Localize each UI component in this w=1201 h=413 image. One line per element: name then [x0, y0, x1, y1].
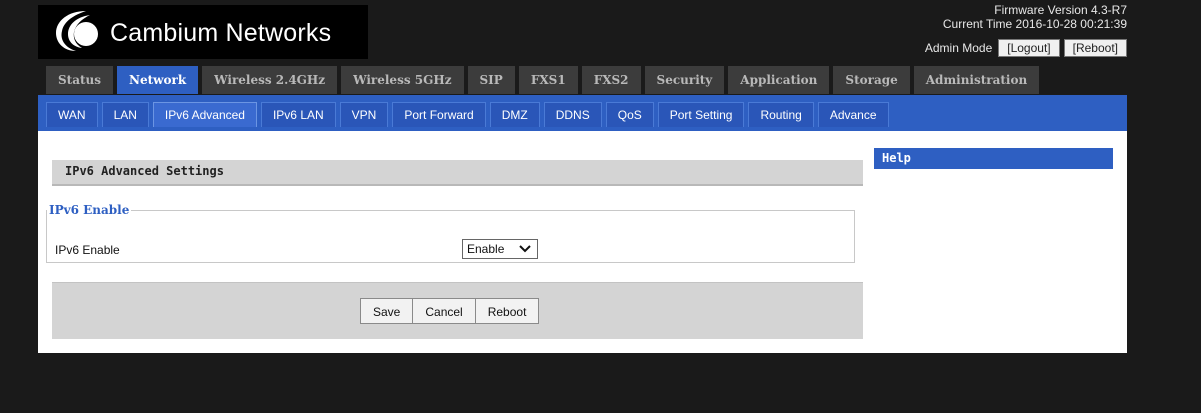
cambium-logo-icon: [56, 11, 98, 51]
subtab-ipv6-lan[interactable]: IPv6 LAN: [260, 102, 336, 127]
current-time: Current Time 2016-10-28 00:21:39: [942, 17, 1127, 31]
brand-name: Cambium Networks: [110, 19, 332, 47]
subtab-port-setting[interactable]: Port Setting: [657, 102, 745, 127]
cancel-button[interactable]: Cancel: [412, 298, 476, 324]
subtab-port-forward[interactable]: Port Forward: [392, 102, 486, 127]
subtab-advance[interactable]: Advance: [817, 102, 889, 127]
subtab-dmz[interactable]: DMZ: [489, 102, 540, 127]
help-header: Help: [874, 148, 1113, 169]
save-button[interactable]: Save: [360, 298, 414, 324]
tab-application[interactable]: Application: [728, 66, 830, 94]
ipv6-enable-group: IPv6 Enable IPv6 Enable Enable: [46, 203, 855, 263]
subtab-wan[interactable]: WAN: [46, 102, 98, 127]
ipv6-enable-select[interactable]: Enable: [462, 239, 538, 259]
subtab-vpn[interactable]: VPN: [339, 102, 389, 127]
subtab-routing[interactable]: Routing: [748, 102, 814, 127]
section-title: IPv6 Advanced Settings: [65, 164, 224, 178]
section-header: IPv6 Advanced Settings: [52, 160, 863, 186]
content-panel: IPv6 Advanced Settings Help IPv6 Enable …: [38, 131, 1127, 353]
admin-bar: Admin Mode [Logout] [Reboot]: [925, 39, 1127, 57]
main-tabs: Status Network Wireless 2.4GHz Wireless …: [46, 66, 1040, 94]
tab-status[interactable]: Status: [46, 66, 114, 94]
brand-logo: Cambium Networks: [38, 5, 368, 59]
chevron-down-icon: [519, 245, 531, 253]
tab-security[interactable]: Security: [644, 66, 725, 94]
app-shell: Cambium Networks Firmware Version 4.3-R7…: [0, 0, 1201, 413]
tab-administration[interactable]: Administration: [913, 66, 1040, 94]
logout-button[interactable]: [Logout]: [998, 39, 1060, 57]
reboot-button[interactable]: Reboot: [474, 298, 540, 324]
subtab-ddns[interactable]: DDNS: [543, 102, 602, 127]
tab-sip[interactable]: SIP: [467, 66, 515, 94]
tab-fxs1[interactable]: FXS1: [518, 66, 578, 94]
subtab-ipv6-advanced[interactable]: IPv6 Advanced: [152, 102, 257, 127]
firmware-info: Firmware Version 4.3-R7 Current Time 201…: [943, 3, 1127, 31]
admin-mode-label: Admin Mode: [924, 41, 993, 55]
tab-wireless-5ghz[interactable]: Wireless 5GHz: [341, 66, 464, 94]
subtab-qos[interactable]: QoS: [605, 102, 654, 127]
tab-wireless-24ghz[interactable]: Wireless 2.4GHz: [202, 66, 338, 94]
header-reboot-button[interactable]: [Reboot]: [1063, 39, 1127, 57]
help-title: Help: [882, 151, 911, 165]
ipv6-enable-value: Enable: [467, 242, 505, 256]
subtab-lan[interactable]: LAN: [101, 102, 149, 127]
tab-network[interactable]: Network: [117, 66, 199, 94]
tab-fxs2[interactable]: FXS2: [581, 66, 641, 94]
firmware-version: Firmware Version 4.3-R7: [994, 3, 1127, 17]
tab-storage[interactable]: Storage: [833, 66, 910, 94]
sub-nav: WAN LAN IPv6 Advanced IPv6 LAN VPN Port …: [38, 95, 1127, 131]
ipv6-enable-label: IPv6 Enable: [55, 243, 120, 257]
group-legend: IPv6 Enable: [49, 203, 130, 217]
action-bar: Save Cancel Reboot: [52, 282, 863, 339]
